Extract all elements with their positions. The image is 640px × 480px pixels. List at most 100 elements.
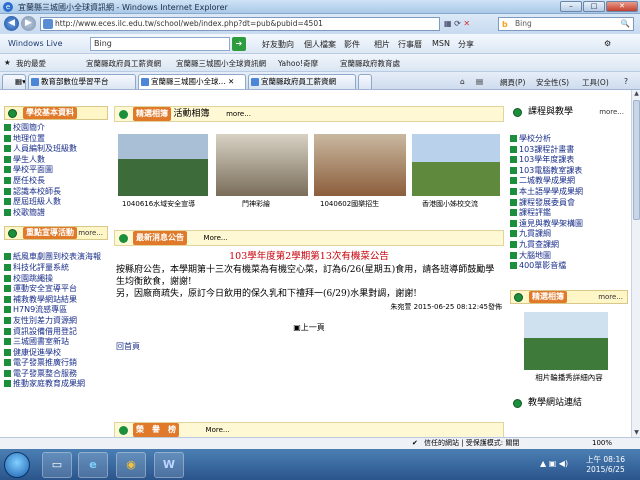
tools-menu[interactable]: 工具(O)	[582, 77, 609, 88]
list-item[interactable]: 校歌簡譜	[4, 208, 108, 219]
list-item[interactable]: 地理位置	[4, 134, 108, 145]
feeds-icon[interactable]: ▤	[476, 77, 483, 86]
address-tools[interactable]: ▦ ⟳ ✕	[444, 17, 496, 31]
search-icon[interactable]: 🔍	[621, 18, 630, 30]
slideshow-photo[interactable]	[524, 311, 608, 370]
windows-live-brand[interactable]: Windows Live	[8, 39, 63, 48]
tray-icons[interactable]: ▲ ▣ ◀)	[540, 459, 568, 468]
chrome-icon[interactable]: ◉	[116, 452, 146, 478]
list-item[interactable]: 歷任校長	[4, 176, 108, 187]
list-item[interactable]: 電子發票整合服務	[4, 369, 108, 380]
scroll-thumb[interactable]	[633, 100, 640, 220]
list-item[interactable]: 學生人數	[4, 155, 108, 166]
list-item[interactable]: 科技化評量系統	[4, 263, 108, 274]
list-item[interactable]: 103課程計畫書	[510, 145, 628, 156]
right-album-more-link[interactable]: more...	[598, 291, 623, 303]
tab-salary[interactable]: 宜蘭縣政府員工薪資網	[248, 74, 356, 89]
favorites-button[interactable]: 我的最愛	[16, 58, 46, 69]
minimize-button[interactable]: –	[560, 1, 582, 12]
live-item-mail[interactable]: 影件	[344, 39, 360, 50]
live-item-photos[interactable]: 相片	[374, 39, 390, 50]
fav-yahoo[interactable]: Yahoo!奇摩	[278, 58, 318, 69]
photo-door-god[interactable]	[216, 134, 308, 196]
list-item[interactable]: 三城國書室新站	[4, 337, 108, 348]
list-item[interactable]: 資訊設備借用登記	[4, 327, 108, 338]
list-item[interactable]: 本土語學學成果網	[510, 187, 628, 198]
stop-icon[interactable]: ✕	[463, 19, 470, 28]
list-item[interactable]: 運動安全宣導平台	[4, 284, 108, 295]
help-icon[interactable]: ?	[624, 77, 628, 86]
list-item[interactable]: 九貫課綱	[510, 229, 628, 240]
compat-icon[interactable]: ▦	[444, 19, 452, 28]
list-item[interactable]: 健康促進學校	[4, 348, 108, 359]
bing-search-input[interactable]: b Bing 🔍	[498, 17, 634, 31]
explorer-icon[interactable]: ▭	[42, 452, 72, 478]
close-button[interactable]: ✕	[606, 1, 638, 12]
vertical-scrollbar[interactable]: ▲ ▼	[631, 90, 640, 437]
list-item[interactable]: 九貫查課網	[510, 240, 628, 251]
address-bar[interactable]: http://www.eces.ilc.edu.tw/school/web/in…	[40, 17, 440, 31]
list-item[interactable]: 103學年度課表	[510, 155, 628, 166]
photo-caption[interactable]: 1040616水域安全宣導	[122, 199, 195, 209]
safety-menu[interactable]: 安全性(S)	[536, 77, 569, 88]
start-button[interactable]	[4, 452, 30, 478]
promotion-more-link[interactable]: more...	[78, 227, 103, 239]
list-item[interactable]: 課程發展委員會	[510, 198, 628, 209]
back-button[interactable]: ◀	[4, 16, 19, 31]
list-item[interactable]: 大腦地圖	[510, 251, 628, 262]
tab-edu[interactable]: 教育部數位學習平台	[28, 74, 136, 89]
live-item-share[interactable]: 分享	[458, 39, 474, 50]
tab-list-button[interactable]: ▦▾	[2, 74, 26, 89]
live-item-msn[interactable]: MSN	[432, 39, 450, 48]
list-item[interactable]: 二城教學成果網	[510, 176, 628, 187]
forward-button[interactable]: ▶	[21, 16, 36, 31]
list-item[interactable]: 遠見與教學架構圖	[510, 219, 628, 230]
maximize-button[interactable]: □	[583, 1, 605, 12]
list-item[interactable]: 校園簡介	[4, 123, 108, 134]
list-item[interactable]: 推動家庭教育成果網	[4, 379, 108, 390]
clock[interactable]: 上午 08:16 2015/6/25	[586, 455, 625, 475]
fav-edu[interactable]: 宜蘭縣政府教育處	[340, 58, 400, 69]
photo-caption[interactable]: 1040602國樂招生	[320, 199, 379, 209]
list-item[interactable]: 人員編制及班級數	[4, 144, 108, 155]
live-settings-icon[interactable]: ⚙	[604, 39, 611, 48]
prev-page-link[interactable]: ▣上一頁	[116, 322, 502, 333]
home-link[interactable]: 回首頁	[116, 341, 502, 352]
list-item[interactable]: 紙風車劇團到校表演海報	[4, 252, 108, 263]
list-item[interactable]: 103電腦教室課表	[510, 166, 628, 177]
photo-music[interactable]	[314, 134, 406, 196]
live-item-profile[interactable]: 個人檔案	[304, 39, 336, 50]
tab-close-icon[interactable]: ✕	[228, 77, 234, 86]
curriculum-more-link[interactable]: more...	[599, 106, 624, 118]
list-item[interactable]: 校園跳繩操	[4, 274, 108, 285]
ie-taskbar-icon[interactable]: e	[78, 452, 108, 478]
live-search-go-button[interactable]: ➔	[232, 37, 246, 51]
live-item-friends[interactable]: 好友動向	[262, 39, 294, 50]
tab-school[interactable]: 宜蘭縣三城國小全球... ✕	[138, 74, 246, 89]
list-item[interactable]: 友性別差力資源網	[4, 316, 108, 327]
live-item-calendar[interactable]: 行事曆	[398, 39, 422, 50]
word-icon[interactable]: W	[154, 452, 184, 478]
list-item[interactable]: 認識本校師長	[4, 187, 108, 198]
list-item[interactable]: 400單影音檔	[510, 261, 628, 272]
fav-salary[interactable]: 宜蘭縣政府員工薪資網	[86, 58, 161, 69]
honor-more-link[interactable]: More...	[206, 426, 230, 434]
list-item[interactable]: 補救教學網站結果	[4, 295, 108, 306]
album-more-link[interactable]: more...	[226, 110, 251, 118]
news-more-link[interactable]: More...	[204, 234, 228, 242]
live-search-input[interactable]: Bing	[90, 37, 230, 51]
photo-hongkong[interactable]	[412, 134, 500, 196]
list-item[interactable]: 學校分析	[510, 134, 628, 145]
refresh-icon[interactable]: ⟳	[454, 19, 461, 28]
list-item[interactable]: H7N9流感專區	[4, 305, 108, 316]
home-icon[interactable]: ⌂	[460, 77, 465, 86]
scroll-up-icon[interactable]: ▲	[633, 90, 640, 98]
list-item[interactable]: 課程評鑑	[510, 208, 628, 219]
page-menu[interactable]: 網頁(P)	[500, 77, 525, 88]
new-tab-button[interactable]	[358, 74, 372, 89]
list-item[interactable]: 電子發票推廣行銷	[4, 358, 108, 369]
photo-caption[interactable]: 香港國小姊校交流	[422, 199, 478, 209]
fav-school[interactable]: 宜蘭縣三城國小全球資訊網	[176, 58, 266, 69]
list-item[interactable]: 學校平面圖	[4, 165, 108, 176]
list-item[interactable]: 歷屆班級人數	[4, 197, 108, 208]
